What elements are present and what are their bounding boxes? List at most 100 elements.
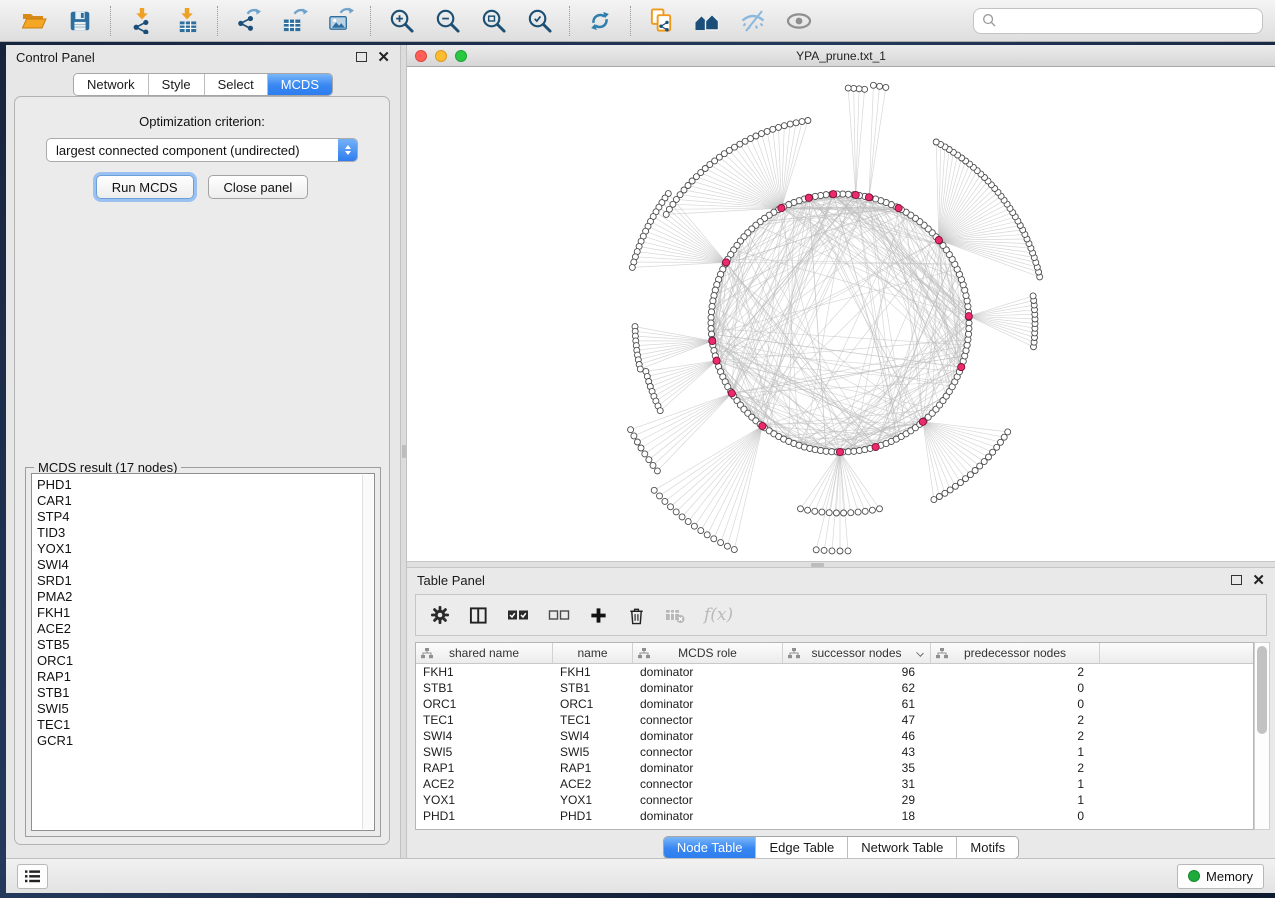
- mcds-result-item[interactable]: TEC1: [37, 717, 374, 733]
- add-icon[interactable]: [589, 606, 608, 625]
- float-panel-icon[interactable]: [356, 52, 367, 62]
- tab-motifs[interactable]: Motifs: [956, 837, 1018, 858]
- select-all-icon[interactable]: [507, 608, 529, 622]
- mcds-result-item[interactable]: TID3: [37, 525, 374, 541]
- mcds-list-scrollbar[interactable]: [362, 475, 373, 829]
- cell-successor-nodes: 35: [783, 760, 931, 776]
- close-panel-icon[interactable]: ✕: [377, 50, 390, 65]
- first-neighbors-button[interactable]: [689, 5, 725, 37]
- column-header-shared-name[interactable]: shared name: [416, 643, 553, 663]
- divider-handle[interactable]: [811, 563, 824, 567]
- mcds-result-item[interactable]: FKH1: [37, 605, 374, 621]
- tab-select[interactable]: Select: [204, 74, 267, 95]
- search-input[interactable]: [1003, 13, 1254, 28]
- column-header-successor-nodes[interactable]: successor nodes: [783, 643, 931, 663]
- table-scrollbar[interactable]: [1254, 642, 1270, 830]
- run-mcds-button[interactable]: Run MCDS: [96, 175, 194, 199]
- hide-selected-button[interactable]: [735, 5, 771, 37]
- mcds-result-group: MCDS result (17 nodes) PHD1CAR1STP4TID3Y…: [25, 467, 381, 837]
- open-file-button[interactable]: [16, 5, 52, 37]
- table-row[interactable]: FKH1FKH1dominator962: [416, 664, 1253, 680]
- mcds-result-item[interactable]: SRD1: [37, 573, 374, 589]
- refresh-button[interactable]: [582, 5, 618, 37]
- zoom-in-button[interactable]: [383, 5, 419, 37]
- columns-icon[interactable]: [469, 606, 488, 625]
- table-row[interactable]: SWI5SWI5connector431: [416, 744, 1253, 760]
- close-panel-icon[interactable]: ✕: [1252, 573, 1265, 588]
- table-row[interactable]: STB1STB1dominator620: [416, 680, 1253, 696]
- table-row[interactable]: TEC1TEC1connector472: [416, 712, 1253, 728]
- cell-MCDS-role: connector: [633, 744, 783, 760]
- mcds-result-item[interactable]: YOX1: [37, 541, 374, 557]
- column-header-predecessor-nodes[interactable]: predecessor nodes: [931, 643, 1100, 663]
- mcds-result-item[interactable]: SWI5: [37, 701, 374, 717]
- cell-name: PHD1: [553, 808, 633, 824]
- show-all-icon: [785, 7, 813, 35]
- search-field[interactable]: [973, 8, 1263, 34]
- mcds-result-item[interactable]: STB1: [37, 685, 374, 701]
- memory-button[interactable]: Memory: [1177, 864, 1264, 889]
- mcds-result-item[interactable]: STP4: [37, 509, 374, 525]
- zoom-selected-button[interactable]: [521, 5, 557, 37]
- cell-name: YOX1: [553, 792, 633, 808]
- column-header-MCDS-role[interactable]: MCDS role: [633, 643, 783, 663]
- zoom-fit-button[interactable]: [475, 5, 511, 37]
- table-row[interactable]: YOX1YOX1connector291: [416, 792, 1253, 808]
- vertical-split-divider[interactable]: [400, 45, 407, 858]
- mcds-result-item[interactable]: CAR1: [37, 493, 374, 509]
- import-network-button[interactable]: [123, 5, 159, 37]
- horizontal-split-divider[interactable]: [407, 561, 1275, 568]
- task-list-icon: [24, 869, 41, 884]
- mcds-result-item[interactable]: GCR1: [37, 733, 374, 749]
- save-session-button[interactable]: [62, 5, 98, 37]
- divider-handle[interactable]: [402, 445, 406, 458]
- table-row[interactable]: PHD1PHD1dominator180: [416, 808, 1253, 824]
- table-panel-tabs: Node TableEdge TableNetwork TableMotifs: [663, 836, 1019, 859]
- tab-edge-table[interactable]: Edge Table: [755, 837, 847, 858]
- mcds-result-item[interactable]: RAP1: [37, 669, 374, 685]
- table-row[interactable]: ACE2ACE2connector311: [416, 776, 1253, 792]
- cell-name: STB1: [553, 680, 633, 696]
- cell-MCDS-role: connector: [633, 792, 783, 808]
- tab-style[interactable]: Style: [148, 74, 204, 95]
- mcds-result-item[interactable]: PMA2: [37, 589, 374, 605]
- mcds-result-item[interactable]: ORC1: [37, 653, 374, 669]
- table-toolbar: f(x): [415, 594, 1267, 636]
- table-row[interactable]: SWI4SWI4dominator462: [416, 728, 1253, 744]
- cell-shared-name: ORC1: [416, 696, 553, 712]
- tab-node-table[interactable]: Node Table: [664, 837, 756, 858]
- network-titlebar: YPA_prune.txt_1: [407, 45, 1275, 67]
- tab-network-table[interactable]: Network Table: [847, 837, 956, 858]
- export-network-button[interactable]: [230, 5, 266, 37]
- criterion-dropdown[interactable]: largest connected component (undirected): [46, 138, 358, 162]
- gear-icon[interactable]: [430, 605, 450, 625]
- network-canvas[interactable]: [407, 67, 1275, 561]
- delete-icon[interactable]: [627, 606, 646, 625]
- memory-button-label: Memory: [1206, 869, 1253, 884]
- zoom-out-button[interactable]: [429, 5, 465, 37]
- mcds-result-item[interactable]: PHD1: [37, 477, 374, 493]
- tab-mcds[interactable]: MCDS: [267, 74, 332, 95]
- scrollbar-thumb[interactable]: [1257, 646, 1267, 734]
- show-all-button[interactable]: [781, 5, 817, 37]
- mcds-result-item[interactable]: ACE2: [37, 621, 374, 637]
- tab-network[interactable]: Network: [74, 74, 148, 95]
- task-history-button[interactable]: [17, 864, 48, 889]
- deselect-all-icon[interactable]: [548, 608, 570, 622]
- table-row[interactable]: ORC1ORC1dominator610: [416, 696, 1253, 712]
- close-panel-button[interactable]: Close panel: [208, 175, 309, 199]
- import-table-button[interactable]: [169, 5, 205, 37]
- export-image-button[interactable]: [322, 5, 358, 37]
- cell-shared-name: PHD1: [416, 808, 553, 824]
- toolbar-separator: [370, 6, 371, 36]
- cell-successor-nodes: 31: [783, 776, 931, 792]
- cell-successor-nodes: 46: [783, 728, 931, 744]
- export-table-button[interactable]: [276, 5, 312, 37]
- column-header-name[interactable]: name: [553, 643, 633, 663]
- mcds-result-listbox[interactable]: PHD1CAR1STP4TID3YOX1SWI4SRD1PMA2FKH1ACE2…: [31, 473, 375, 831]
- table-row[interactable]: RAP1RAP1dominator352: [416, 760, 1253, 776]
- mcds-result-item[interactable]: STB5: [37, 637, 374, 653]
- duplicate-network-button[interactable]: [643, 5, 679, 37]
- float-panel-icon[interactable]: [1231, 575, 1242, 585]
- mcds-result-item[interactable]: SWI4: [37, 557, 374, 573]
